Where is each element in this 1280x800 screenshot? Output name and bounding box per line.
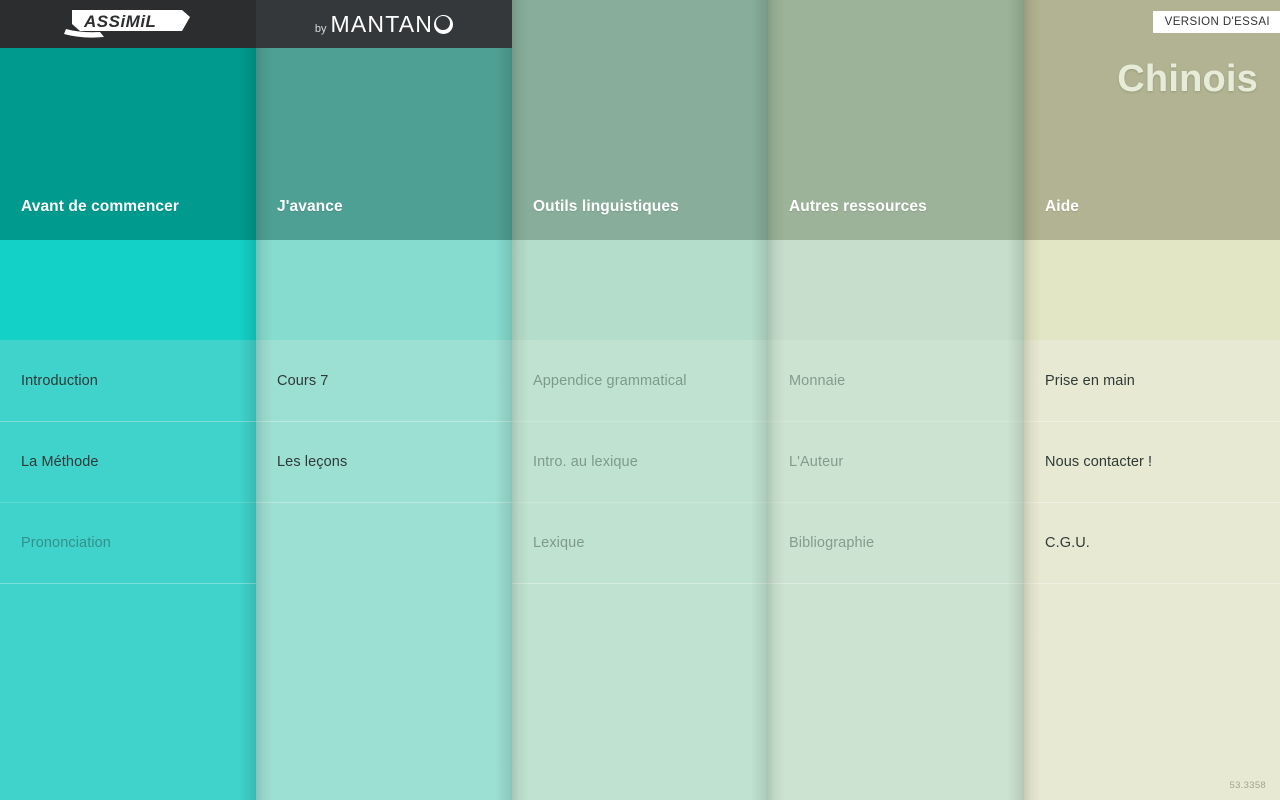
column-body-3: Appendice grammatical Intro. au lexique Le… <box>512 240 768 800</box>
column-header-3: Outils linguistiques <box>512 0 768 240</box>
menu-item-label: La Méthode <box>21 454 99 470</box>
column-accent-strip <box>1024 240 1280 340</box>
menu-item-label: Monnaie <box>789 372 846 389</box>
menu-item-label: Nous contacter ! <box>1045 454 1153 470</box>
column-accent-strip <box>768 240 1024 340</box>
column-accent-strip <box>256 240 512 340</box>
version-label: 53.3358 <box>1229 780 1266 791</box>
menu-item[interactable]: La Méthode <box>0 421 256 502</box>
menu-item[interactable]: Intro. au lexique <box>512 421 768 502</box>
menu-item[interactable]: L'Auteur <box>768 421 1024 502</box>
menu-item-label: Les leçons <box>277 454 348 470</box>
menu-columns: Avant de commencer Introduction La Méthode… <box>0 0 1280 800</box>
menu-item-label: Lexique <box>533 535 585 551</box>
menu-empty-row <box>768 583 1024 665</box>
menu-item-label: Cours 7 <box>277 372 329 389</box>
menu-item-label: C.G.U. <box>1045 535 1090 551</box>
column-body-4: Monnaie L'Auteur Bibliographie <box>768 240 1024 800</box>
menu-item[interactable]: Les leçons <box>256 421 512 502</box>
menu-column-2: J'avance Cours 7 Les leçons <box>256 0 512 800</box>
column-header-4: Autres ressources <box>768 0 1024 240</box>
menu-column-4: Autres ressources Monnaie L'Auteur Bibliogr… <box>768 0 1024 800</box>
column-title[interactable]: Outils linguistiques <box>533 198 679 216</box>
app-root: Avant de commencer Introduction La Méthode… <box>0 0 1280 800</box>
menu-empty-row <box>512 583 768 665</box>
menu-column-3: Outils linguistiques Appendice grammatica… <box>512 0 768 800</box>
menu-item[interactable]: Cours 7 <box>256 340 512 421</box>
menu-item-label: Appendice grammatical <box>533 372 687 389</box>
menu-item[interactable]: Bibliographie <box>768 502 1024 583</box>
menu-item[interactable]: Nous contacter ! <box>1024 421 1280 502</box>
column-accent-strip <box>512 240 768 340</box>
menu-item-label: Intro. au lexique <box>533 454 638 470</box>
menu-empty-row <box>1024 583 1280 665</box>
column-body-5: Prise en main Nous contacter ! C.G.U. <box>1024 240 1280 800</box>
menu-item[interactable]: Prise en main <box>1024 340 1280 421</box>
column-header-2: J'avance <box>256 0 512 240</box>
menu-item-label: Introduction <box>21 372 98 389</box>
language-title: Chinois <box>1117 58 1258 100</box>
menu-item[interactable]: C.G.U. <box>1024 502 1280 583</box>
column-title[interactable]: Avant de commencer <box>21 198 179 216</box>
menu-item-label: Prise en main <box>1045 372 1135 389</box>
column-body-1: Introduction La Méthode Prononciation <box>0 240 256 800</box>
menu-item[interactable]: Introduction <box>0 340 256 421</box>
menu-item-label: L'Auteur <box>789 454 844 470</box>
column-body-2: Cours 7 Les leçons <box>256 240 512 800</box>
column-header-5: Aide <box>1024 0 1280 240</box>
menu-item[interactable]: Monnaie <box>768 340 1024 421</box>
menu-item[interactable]: Prononciation <box>0 502 256 583</box>
menu-column-1: Avant de commencer Introduction La Méthode… <box>0 0 256 800</box>
menu-item[interactable]: Lexique <box>512 502 768 583</box>
menu-column-5: Aide Prise en main Nous contacter ! C.G.U. <box>1024 0 1280 800</box>
column-title[interactable]: Autres ressources <box>789 198 927 216</box>
menu-item[interactable]: Appendice grammatical <box>512 340 768 421</box>
menu-empty-row <box>256 502 512 584</box>
column-title[interactable]: Aide <box>1045 198 1079 216</box>
trial-version-badge[interactable]: VERSION D'ESSAI <box>1152 11 1280 33</box>
menu-empty-row <box>0 583 256 665</box>
column-accent-strip <box>0 240 256 340</box>
column-title[interactable]: J'avance <box>277 198 343 216</box>
menu-item-label: Bibliographie <box>789 535 875 551</box>
column-header-1: Avant de commencer <box>0 0 256 240</box>
menu-item-label: Prononciation <box>21 535 111 551</box>
